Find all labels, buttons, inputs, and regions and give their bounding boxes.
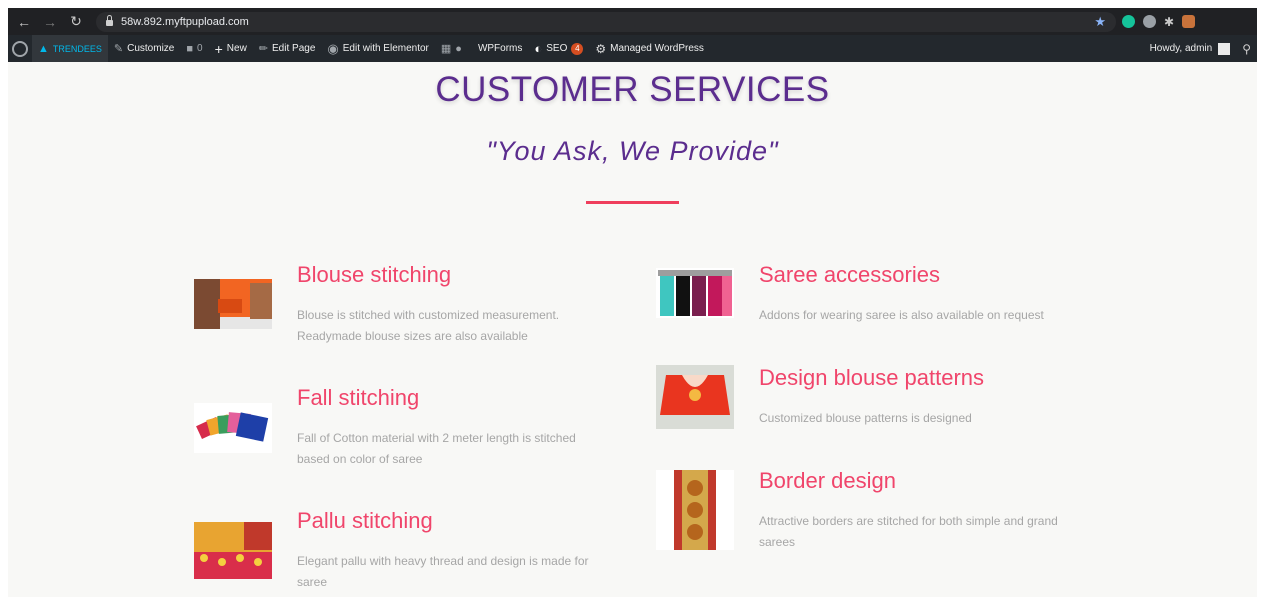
service-title: Border design [759, 468, 896, 493]
blouse-stitching-image [194, 279, 272, 329]
elementor-icon: ◉ [327, 40, 339, 56]
admin-bar-seo[interactable]: ◐ SEO 4 [528, 35, 589, 62]
puzzle-extensions-icon[interactable]: ✱ [1164, 15, 1174, 29]
profile-avatar-icon[interactable] [1182, 15, 1196, 28]
admin-bar-elementor[interactable]: ◉ Edit with Elementor [321, 35, 435, 62]
plus-icon: + [214, 40, 223, 57]
wordpress-logo-icon[interactable] [12, 40, 28, 57]
service-saree-accessories: Saree accessories Addons for wearing sar… [656, 262, 1086, 342]
page-title: CUSTOMER SERVICES [435, 70, 830, 109]
service-title: Fall stitching [297, 385, 420, 410]
service-title: Blouse stitching [297, 262, 452, 287]
service-design-blouse-patterns: Design blouse patterns Customized blouse… [656, 365, 1086, 445]
saree-accessories-image [656, 268, 734, 318]
seo-gauge-icon: ◐ [534, 41, 543, 56]
url-text: 58w.892.myftpupload.com [121, 15, 249, 28]
admin-bar-right: Howdy, admin ⚲ [1144, 35, 1257, 62]
edit-page-label: Edit Page [272, 43, 316, 54]
service-description: Customized blouse patterns is designed [759, 411, 972, 425]
admin-bar-comments[interactable]: ■ 0 [180, 35, 208, 62]
service-description: Blouse is stitched with customized measu… [297, 308, 560, 343]
admin-bar-account[interactable]: Howdy, admin [1144, 35, 1237, 62]
admin-bar-wpforms[interactable]: WPForms [472, 35, 528, 62]
fall-stitching-image [194, 403, 272, 453]
managed-wp-label: Managed WordPress [610, 43, 704, 54]
comments-count: 0 [197, 43, 203, 54]
dashboard-icon: ▲ [38, 42, 49, 55]
title-divider [586, 201, 679, 204]
admin-bar-tools[interactable]: ▦ ● [435, 35, 472, 62]
address-bar[interactable]: 58w.892.myftpupload.com ★ [96, 11, 1116, 32]
bookmark-star-icon[interactable]: ★ [1094, 14, 1106, 30]
site-name: TRENDEES [52, 43, 102, 54]
seo-label: SEO [546, 43, 568, 54]
page-tools-icon: ▦ [440, 43, 452, 55]
service-description: Attractive borders are stitched for both… [759, 514, 1058, 549]
seo-notification-badge: 4 [571, 42, 584, 55]
admin-bar-customize[interactable]: ✎ Customize [108, 35, 180, 62]
new-label: New [226, 43, 247, 54]
service-description: Addons for wearing saree is also availab… [759, 308, 1044, 322]
user-avatar [1218, 42, 1231, 55]
admin-bar-managed-wp[interactable]: ⚙ Managed WordPress [589, 35, 710, 62]
admin-bar-site[interactable]: ▲ TRENDEES [32, 35, 108, 62]
admin-bar-new[interactable]: + New [209, 35, 253, 62]
search-icon: ⚲ [1242, 41, 1251, 56]
service-pallu-stitching: Pallu stitching Elegant pallu with heavy… [194, 508, 614, 597]
howdy-label: Howdy, admin [1149, 43, 1213, 54]
paintbrush-icon: ✎ [113, 43, 124, 55]
wp-admin-bar: ▲ TRENDEES ✎ Customize ■ 0 + New ✏ Edit … [8, 35, 1257, 62]
service-title: Saree accessories [759, 262, 940, 287]
wpforms-label: WPForms [477, 43, 523, 54]
extension-icons: ✱ [1122, 15, 1196, 29]
service-title: Pallu stitching [297, 508, 433, 533]
service-title: Design blouse patterns [759, 365, 985, 390]
pallu-stitching-image [194, 522, 272, 579]
service-fall-stitching: Fall stitching Fall of Cotton material w… [194, 385, 614, 485]
browser-toolbar: ← → ↻ 58w.892.myftpupload.com ★ ✱ [8, 8, 1257, 35]
forward-arrow-icon[interactable]: → [40, 14, 60, 30]
border-design-image [656, 470, 734, 550]
service-description: Fall of Cotton material with 2 meter len… [297, 431, 576, 466]
browser-window: ← → ↻ 58w.892.myftpupload.com ★ ✱ ▲ TREN… [8, 8, 1257, 597]
design-blouse-image [656, 365, 734, 429]
admin-bar-search[interactable]: ⚲ [1236, 35, 1257, 62]
elementor-label: Edit with Elementor [342, 43, 429, 54]
admin-bar-edit-page[interactable]: ✏ Edit Page [253, 35, 322, 62]
back-arrow-icon[interactable]: ← [14, 14, 34, 30]
service-blouse-stitching: Blouse stitching Blouse is stitched with… [194, 262, 614, 362]
extension-icon[interactable] [1143, 15, 1156, 28]
service-border-design: Border design Attractive borders are sti… [656, 468, 1086, 558]
pencil-icon: ✏ [258, 43, 269, 55]
dot-icon: ● [455, 42, 462, 55]
reload-icon[interactable]: ↻ [66, 13, 86, 30]
comment-bubble-icon: ■ [186, 42, 194, 55]
gear-icon: ⚙ [595, 41, 607, 56]
page-tagline: "You Ask, We Provide" [486, 136, 779, 166]
grammarly-extension-icon[interactable] [1122, 15, 1135, 28]
lock-icon [106, 15, 113, 26]
service-description: Elegant pallu with heavy thread and desi… [297, 554, 589, 589]
customize-label: Customize [127, 43, 175, 54]
